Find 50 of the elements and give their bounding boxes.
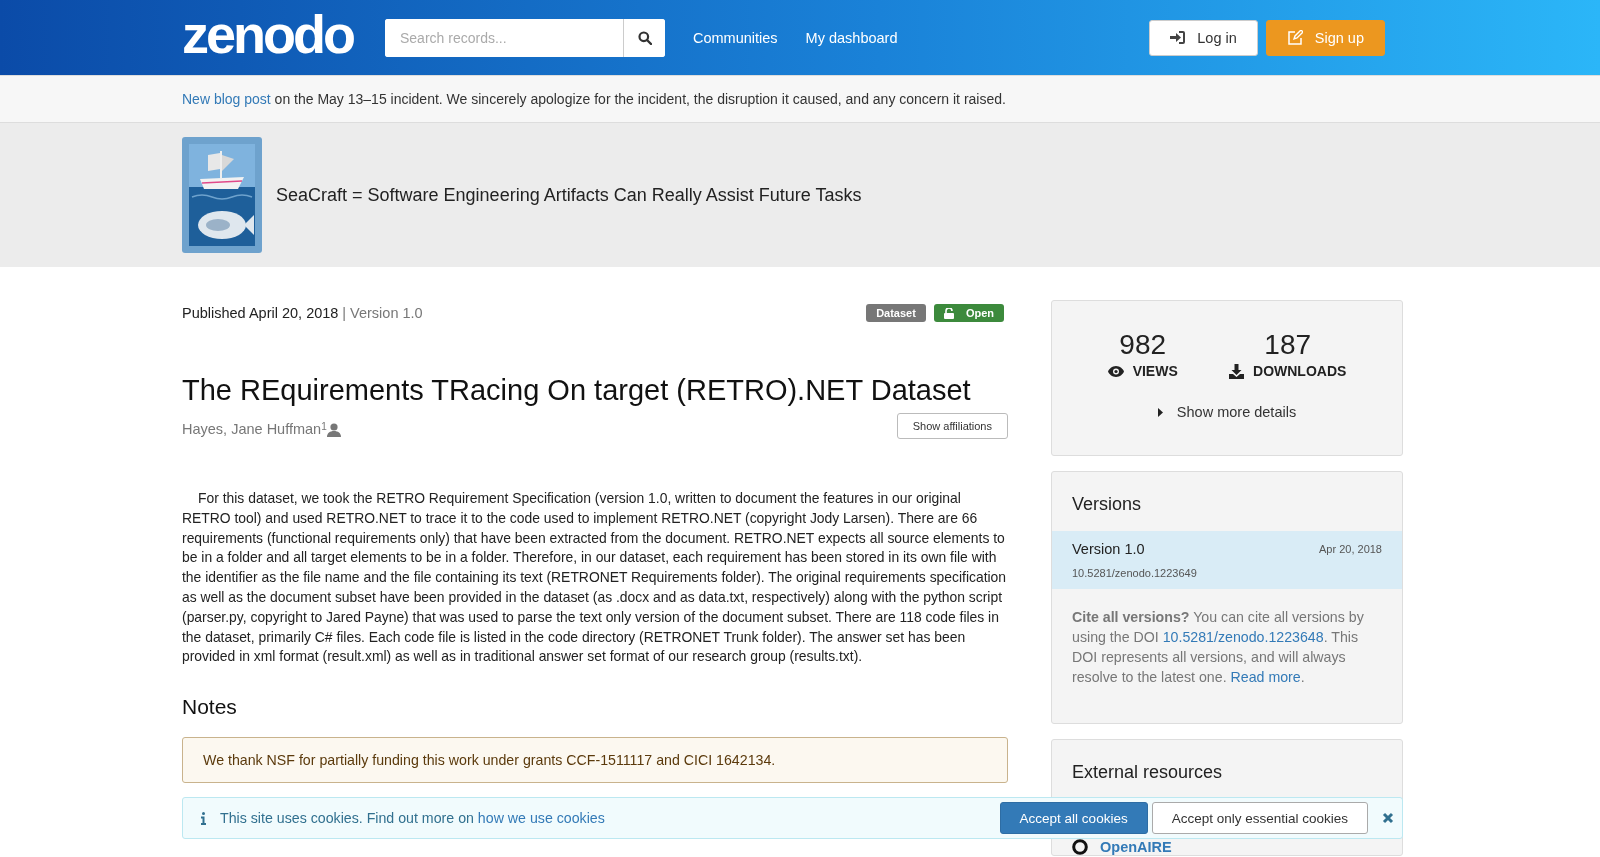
- stat-count: 982: [1119, 331, 1167, 359]
- cookie-policy-link[interactable]: how we use cookies: [477, 810, 605, 826]
- show-affiliations-button[interactable]: Show affiliations: [896, 413, 1008, 439]
- external-resources-heading: External resources: [1071, 761, 1224, 784]
- show-more-details-button[interactable]: Show more details: [1151, 403, 1303, 421]
- ring-icon: [1072, 839, 1088, 855]
- record-title: The REquirements TRacing On target (RETRO).NET Dataset: [182, 374, 972, 407]
- logo[interactable]: zenodo: [182, 6, 385, 61]
- notes-text: We thank NSF for partially funding this work under grants CCF-1511117 and CICI 1642134.: [182, 737, 1008, 784]
- type-badge: Dataset: [866, 304, 926, 322]
- stat-label: VIEWS: [1107, 363, 1178, 379]
- community-title[interactable]: SeaCraft = Software Engineering Artifacts Can Really Assist Future Tasks: [276, 184, 862, 206]
- login-button[interactable]: Log in: [1149, 19, 1258, 56]
- read-more-link[interactable]: Read more: [1230, 669, 1301, 685]
- stat-label: DOWNLOADS: [1229, 363, 1347, 379]
- version-link[interactable]: Version 1.0: [1072, 541, 1145, 557]
- external-resource-link[interactable]: OpenAIRE: [1052, 839, 1192, 855]
- version-doi: 10.5281/zenodo.1223649: [1072, 567, 1198, 579]
- nav-link[interactable]: My dashboard: [805, 29, 898, 46]
- publication-date: Published April 20, 2018: [182, 305, 339, 321]
- edit-icon: [1286, 30, 1303, 45]
- access-badge: Open: [933, 304, 1004, 322]
- nav-link[interactable]: Communities: [693, 29, 778, 46]
- download-icon: [1229, 363, 1244, 379]
- cite-versions-text: Cite all versions? You can cite all versions by using the DOI 10.5281/zenodo.1223648. This DOI represents all versions, and will always resolve to the latest one. Read more.: [1071, 608, 1365, 687]
- doi-link[interactable]: 10.5281/zenodo.1223648: [1162, 629, 1324, 645]
- accept-all-cookies-button[interactable]: Accept all cookies: [999, 802, 1148, 834]
- version-row[interactable]: Version 1.0 Apr 20, 2018 10.5281/zenodo.1223649: [1052, 531, 1402, 589]
- person-icon: [326, 423, 341, 437]
- unlock-icon: [943, 307, 954, 319]
- cookie-notice-text: This site uses cookies. Find out more on how we use cookies: [220, 810, 606, 826]
- search-field[interactable]: Search records...: [385, 18, 665, 57]
- versions-heading: Versions: [1071, 493, 1143, 516]
- version-label: | Version 1.0: [342, 305, 423, 321]
- close-icon: [1382, 812, 1394, 824]
- info-icon: [201, 811, 206, 825]
- version-date: Apr 20, 2018: [1319, 543, 1382, 555]
- caret-icon: [1157, 407, 1163, 417]
- accept-essential-cookies-button[interactable]: Accept only essential cookies: [1151, 802, 1368, 834]
- sign-in-icon: [1170, 31, 1186, 44]
- description-text: For this dataset, we took the RETRO Requirement Specification (version 1.0, written to document the features in our original RETRO tool) and used RETRO.NET to trace it to the code used to implement RETRO.NET (copyright Jody Larsen). There are 66 requirements (functional requirements only) that have been extracted from the document. RETRO.NET expects all source elements to be in a folder and all target elements to be in a folder. Therefore, in our dataset, each requirement has been stored in its own file with the identifier as the file name and the file containing its text (RETRONET Requirements folder). The original requirements specification as well as the document subset have been provided in the dataset (as .docx and as data.txt, respectively) along with the python script (parser.py, copyright to Jared Payne) that was used to parse the text only version of the document subset. There are 118 code files in the dataset, primarily C# files. Each code file is listed in the code directory (RETRONET Trunk folder). The answer set has been provided in xml format (result.xml) as well as in traditional answer set format of our research group (results.txt).: [182, 489, 1008, 667]
- creator-name: Hayes, Jane Huffman$^{1}$: [182, 421, 341, 437]
- announcement-text: New blog post on the May 13–15 incident. We sincerely apologize for the incident, the disruption it caused, and any concern it raised.: [182, 91, 1007, 107]
- stat-count: 187: [1264, 331, 1312, 359]
- search-icon: [637, 30, 652, 45]
- blog-post-link[interactable]: New blog post: [182, 91, 271, 107]
- eye-icon: [1107, 365, 1124, 377]
- signup-button[interactable]: Sign up: [1265, 19, 1385, 56]
- notes-heading: Notes: [182, 695, 238, 720]
- close-button[interactable]: [1382, 812, 1394, 824]
